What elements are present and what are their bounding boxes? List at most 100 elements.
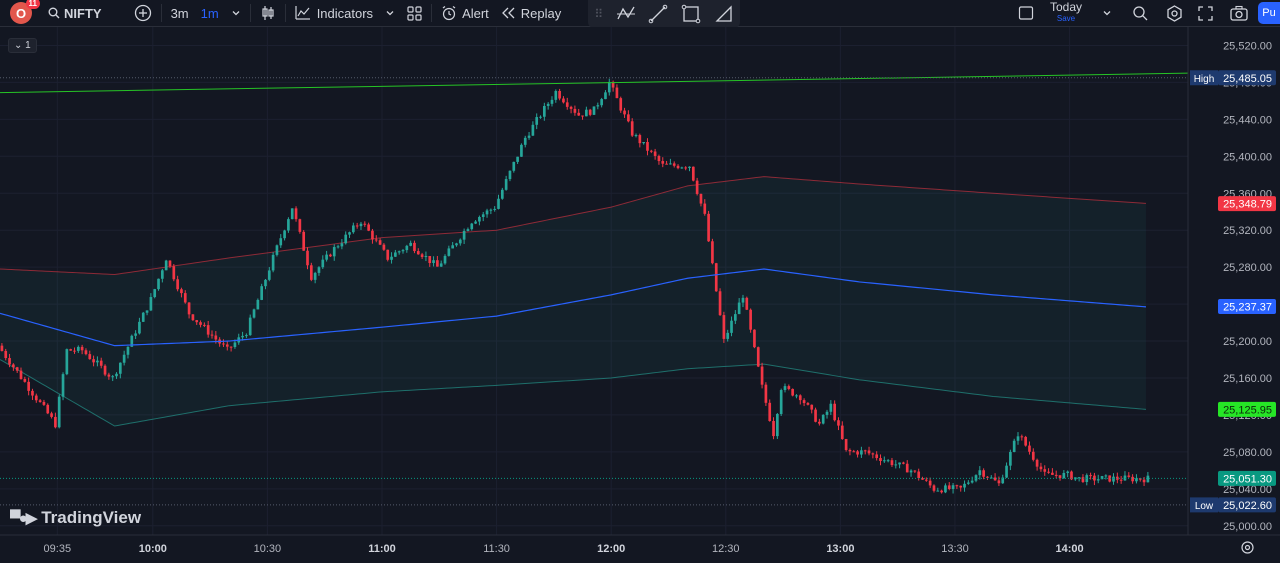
candle-body [791,388,794,396]
candle-body [749,309,752,330]
candle-body [539,116,542,118]
candle-body [378,240,382,245]
candle-body [535,117,539,125]
x-tick-label: 11:00 [368,543,396,555]
candle-body [306,250,309,266]
symbol-search-button[interactable]: NIFTY [42,0,108,26]
x-tick-label: 14:00 [1056,543,1084,555]
fullscreen-layout-button[interactable] [1012,0,1040,26]
candle-body [1009,451,1012,466]
candle-body [737,302,741,315]
candle-body [27,381,30,391]
interval-3m-button[interactable]: 3m [165,0,195,26]
indicators-button[interactable]: Indicators [289,0,379,26]
candle-body [8,358,11,365]
candle-body [462,230,466,240]
time-settings-button[interactable] [1240,540,1255,560]
candle-body [241,335,244,338]
replay-label: Replay [520,5,562,21]
candle-body [65,349,69,375]
chart-type-button[interactable] [254,0,282,26]
trend-line-icon[interactable] [648,4,668,24]
candle-body [394,252,397,257]
candle-body [313,272,317,280]
tv-logo-icon: ▀●▶ [10,510,37,527]
candle-body [141,312,145,322]
replay-button[interactable]: Replay [495,0,567,26]
candle-body [1005,465,1008,478]
alert-button[interactable]: Alert [435,0,495,26]
candle-body [168,260,172,267]
quick-search-button[interactable] [1126,0,1155,26]
candle-body [287,219,290,231]
symbol-name: NIFTY [64,5,102,21]
alarm-clock-icon [442,6,456,21]
candle-body [691,166,695,181]
price-label: 25,485.05 [1223,73,1272,85]
notification-badge: 11 [25,0,40,9]
price-label: 25,348.79 [1223,199,1272,211]
chevron-down-icon [232,11,240,16]
x-tick-label: 12:00 [597,543,625,555]
candle-body [1096,479,1100,481]
indicators-dropdown-button[interactable] [379,0,401,26]
interval-1m-button[interactable]: 1m [195,0,225,26]
candle-body [936,490,940,492]
candle-body [714,263,718,292]
separator [431,4,433,22]
candle-body [275,245,279,255]
candle-body [634,135,638,137]
drag-handle-icon[interactable]: ⠿ [594,7,603,21]
candle-body [680,167,684,169]
candle-body [638,135,642,144]
candle-body [520,144,523,157]
candle-body [577,112,581,116]
save-dropdown-button[interactable] [1096,0,1118,26]
candle-body [672,163,676,166]
candle-body [615,87,619,99]
candle-body [924,479,928,481]
candle-body [741,297,745,303]
candle-body [1112,476,1115,482]
interval-dropdown-button[interactable] [225,0,247,26]
candle-body [1131,476,1134,482]
candle-body [126,346,130,355]
candle-body [600,99,603,106]
brush-icon[interactable] [714,4,734,24]
price-chart[interactable]: 25,520.0025,480.0025,440.0025,400.0025,3… [0,27,1280,563]
candle-body [959,485,963,488]
candle-body [283,230,286,239]
snapshot-button[interactable] [1224,0,1254,26]
candle-body [115,373,118,377]
candle-body [562,98,565,103]
candle-body [329,254,332,257]
candle-body [695,180,699,194]
candle-body [271,254,275,271]
compare-symbol-button[interactable] [128,0,158,26]
candle-body [34,395,38,401]
candle-body [474,221,477,224]
candle-body [753,329,756,348]
x-tick-label: 11:30 [483,543,510,555]
candle-body [355,225,359,227]
save-button[interactable]: Today Save [1050,1,1082,24]
candle-body [38,400,42,402]
y-tick-label: 25,000.00 [1223,521,1272,533]
candle-body [902,462,905,464]
legend-toggle-button[interactable]: ⌄ 1 [8,38,37,53]
crosshair-pattern-icon[interactable] [616,4,636,24]
price-label: 25,022.60 [1223,500,1272,512]
settings-button[interactable] [1160,0,1189,26]
rectangle-icon[interactable] [681,4,701,24]
rewind-icon [501,7,515,19]
user-avatar[interactable]: O 11 [10,0,40,24]
fullscreen-button[interactable] [1192,0,1219,26]
layout-button[interactable] [401,0,428,26]
publish-button[interactable]: Pu [1258,2,1280,24]
candle-body [210,334,214,336]
candle-body [111,376,115,378]
candle-body [107,374,111,377]
candle-body [940,490,943,493]
candle-body [932,485,936,491]
grid-layout-icon [407,5,422,21]
